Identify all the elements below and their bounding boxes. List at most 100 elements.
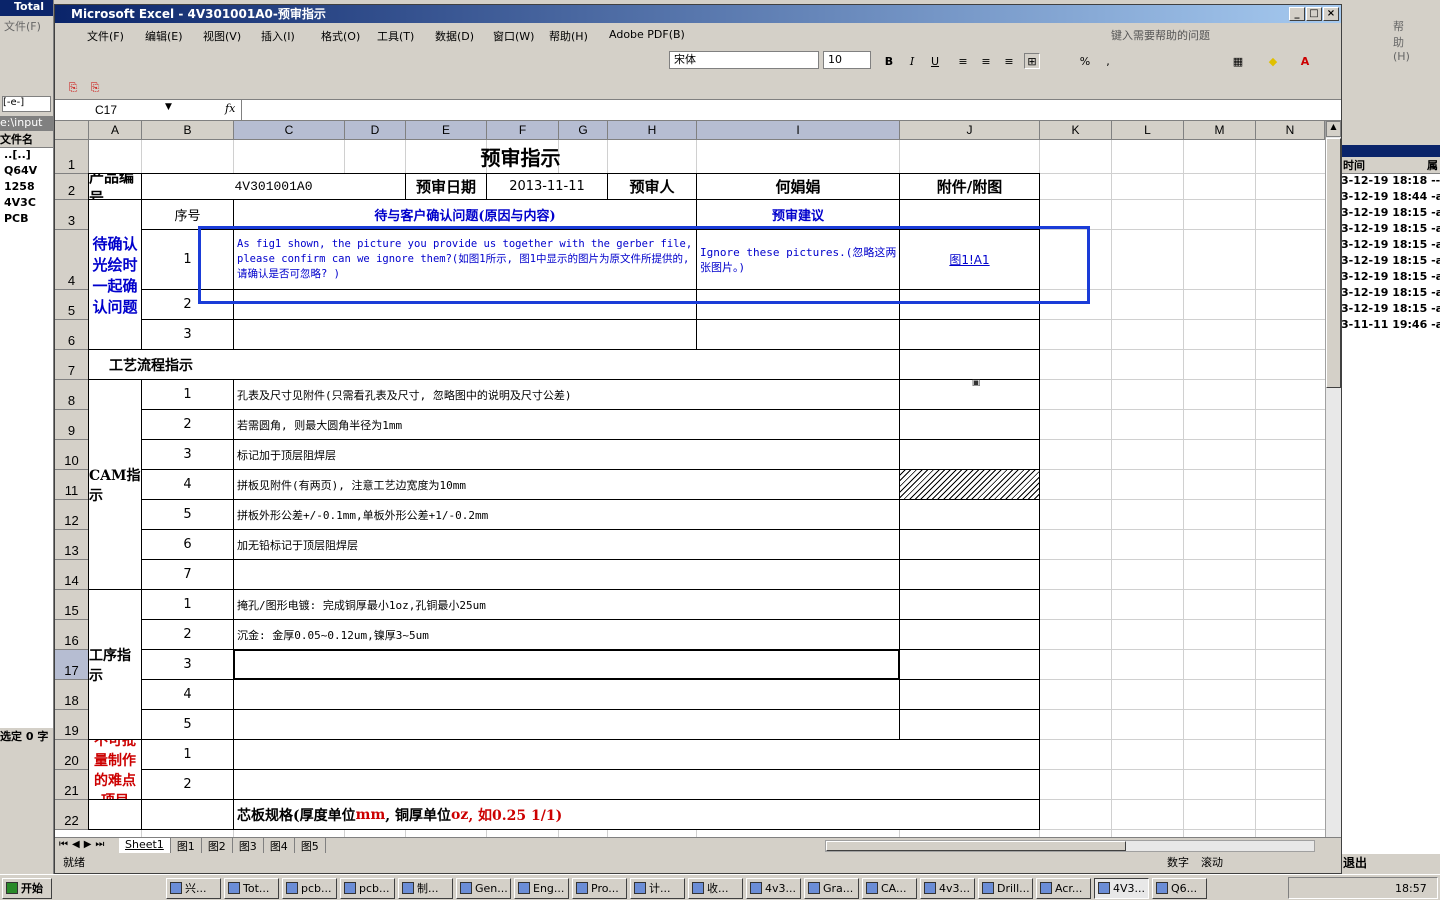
cam-attach[interactable] xyxy=(899,469,1040,500)
row-header[interactable]: 15 xyxy=(55,590,89,620)
tc-col-time[interactable]: 时间 xyxy=(1343,157,1365,173)
proc-num[interactable]: 1 xyxy=(141,589,234,620)
cam-text[interactable]: 加无铅标记于顶层阻焊层 xyxy=(233,529,900,560)
menu-item[interactable]: 工具(T) xyxy=(377,28,414,44)
pdf-email-icon[interactable]: ⎘ xyxy=(87,79,103,95)
core-a[interactable] xyxy=(88,799,142,830)
column-header[interactable]: G xyxy=(559,121,608,140)
proc-num[interactable]: 5 xyxy=(141,709,234,740)
row-header[interactable]: 16 xyxy=(55,620,89,650)
column-header[interactable]: H xyxy=(608,121,697,140)
column-header[interactable]: I xyxy=(697,121,900,140)
reviewer-value[interactable]: 何娟娟 xyxy=(696,173,900,200)
column-header[interactable]: B xyxy=(142,121,234,140)
row-header[interactable]: 3 xyxy=(55,200,89,230)
cam-text[interactable]: 拼板外形公差+/-0.1mm,单板外形公差+1/-0.2mm xyxy=(233,499,900,530)
tc-help-menu[interactable]: 帮助(H) xyxy=(1341,16,1440,65)
row-header[interactable]: 19 xyxy=(55,710,89,740)
menu-item[interactable]: 编辑(E) xyxy=(145,28,183,44)
attach-image-1[interactable]: ▣ xyxy=(911,378,1041,400)
cam-text[interactable] xyxy=(233,559,900,590)
function-icon[interactable]: fx xyxy=(225,102,235,115)
diff-text[interactable] xyxy=(233,769,1040,800)
cam-num[interactable]: 7 xyxy=(141,559,234,590)
taskbar-item[interactable]: Tot... xyxy=(224,878,279,899)
select-all-corner[interactable] xyxy=(55,121,89,140)
row-header[interactable]: 11 xyxy=(55,470,89,500)
row-header[interactable]: 4 xyxy=(55,230,89,290)
attach-label[interactable]: 附件/附图 xyxy=(899,173,1040,200)
tc-file-item[interactable]: 4V3C xyxy=(0,196,53,212)
taskbar-item[interactable]: 计... xyxy=(630,878,685,899)
proc-attach[interactable] xyxy=(899,619,1040,650)
formula-input[interactable] xyxy=(241,100,1339,120)
column-header[interactable]: K xyxy=(1040,121,1112,140)
taskbar-item[interactable]: 兴... xyxy=(166,878,221,899)
q3-suggest[interactable] xyxy=(696,319,900,350)
proc-text[interactable] xyxy=(233,649,900,680)
taskbar-item[interactable]: pcb... xyxy=(282,878,337,899)
q3-text[interactable] xyxy=(233,319,697,350)
process-attach[interactable] xyxy=(899,349,1040,380)
maximize-button[interactable]: □ xyxy=(1306,7,1322,21)
q3-num[interactable]: 3 xyxy=(141,319,234,350)
proc-num[interactable]: 2 xyxy=(141,619,234,650)
cam-num[interactable]: 1 xyxy=(141,379,234,410)
menu-item[interactable]: 数据(D) xyxy=(435,28,474,44)
menu-item[interactable]: Adobe PDF(B) xyxy=(609,28,685,41)
menu-item[interactable]: 帮助(H) xyxy=(549,28,588,44)
sheet-tab[interactable]: 图4 xyxy=(264,838,295,854)
taskbar-item[interactable]: Pro... xyxy=(572,878,627,899)
tc-file-item[interactable]: 1258 xyxy=(0,180,53,196)
row-header[interactable]: 18 xyxy=(55,680,89,710)
cam-attach[interactable] xyxy=(899,439,1040,470)
core-spec[interactable]: 芯板规格(厚度单位 mm, 铜厚单位 oz, 如0.25 1/1) xyxy=(233,799,1040,830)
cam-text[interactable]: 标记加于顶层阻焊层 xyxy=(233,439,900,470)
row-header[interactable]: 5 xyxy=(55,290,89,320)
proc-attach[interactable] xyxy=(899,649,1040,680)
taskbar-item[interactable]: Gra... xyxy=(804,878,859,899)
sheet-tab[interactable]: 图1 xyxy=(171,838,202,854)
cam-attach[interactable] xyxy=(899,529,1040,560)
cam-num[interactable]: 6 xyxy=(141,529,234,560)
column-header[interactable]: D xyxy=(345,121,406,140)
row-header[interactable]: 7 xyxy=(55,350,89,380)
taskbar-item[interactable]: 4v3... xyxy=(746,878,801,899)
core-b[interactable] xyxy=(141,799,234,830)
cam-num[interactable]: 5 xyxy=(141,499,234,530)
tc-file-item[interactable]: PCB xyxy=(0,212,53,228)
row-header[interactable]: 9 xyxy=(55,410,89,440)
proc-num[interactable]: 4 xyxy=(141,679,234,710)
tc-file-item[interactable]: ..[..] xyxy=(0,148,53,164)
diff-num[interactable]: 2 xyxy=(141,769,234,800)
merge-center-icon[interactable]: ⊞ xyxy=(1024,53,1040,69)
sheet-tab[interactable]: Sheet1 xyxy=(119,838,171,854)
pdf-convert-icon[interactable]: ⎘ xyxy=(65,79,81,95)
cam-num[interactable]: 2 xyxy=(141,409,234,440)
taskbar-item[interactable]: Gen... xyxy=(456,878,511,899)
font-name-select[interactable]: 宋体 xyxy=(669,51,819,69)
tc-drive[interactable]: [-e-] xyxy=(2,96,51,112)
cam-text[interactable]: 拼板见附件(有两页), 注意工艺边宽度为10mm xyxy=(233,469,900,500)
vertical-scrollbar[interactable]: ▲ xyxy=(1325,121,1341,837)
align-left-icon[interactable]: ≡ xyxy=(955,53,971,69)
menu-item[interactable]: 格式(O) xyxy=(321,28,360,44)
tab-nav-arrows[interactable]: ⏮◀▶⏭ xyxy=(59,839,108,850)
column-header[interactable]: C xyxy=(234,121,345,140)
help-search[interactable]: 键入需要帮助的问题 xyxy=(1111,27,1311,43)
column-header[interactable]: L xyxy=(1112,121,1184,140)
cam-num[interactable]: 3 xyxy=(141,439,234,470)
horizontal-scrollbar[interactable] xyxy=(825,840,1315,852)
proc-label[interactable]: 工序指示 xyxy=(88,589,142,740)
cam-attach[interactable] xyxy=(899,409,1040,440)
taskbar-item[interactable]: 制... xyxy=(398,878,453,899)
proc-attach[interactable] xyxy=(899,709,1040,740)
comma-icon[interactable]: , xyxy=(1100,53,1116,69)
tc-exit[interactable]: 退出 xyxy=(1341,854,1440,871)
menu-item[interactable]: 视图(V) xyxy=(203,28,241,44)
proc-text[interactable] xyxy=(233,709,900,740)
row-header[interactable]: 22 xyxy=(55,800,89,830)
cam-attach[interactable] xyxy=(899,559,1040,590)
q3-attach[interactable] xyxy=(899,319,1040,350)
row-header[interactable]: 2 xyxy=(55,174,89,200)
